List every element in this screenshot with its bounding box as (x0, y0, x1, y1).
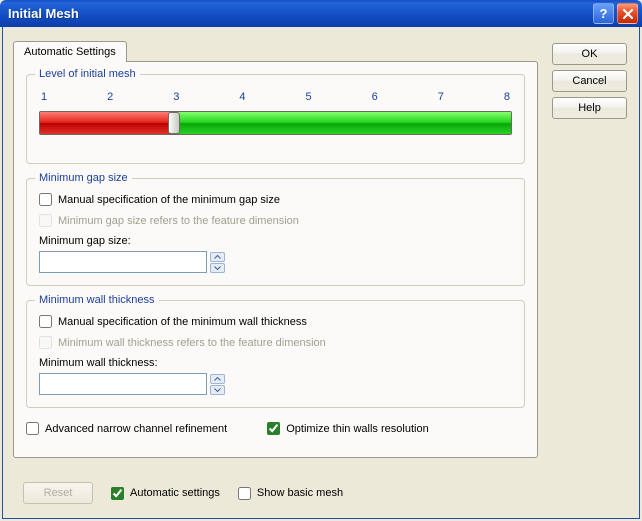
group-wall: Minimum wall thickness Manual specificat… (26, 300, 525, 408)
ok-button[interactable]: OK (552, 43, 627, 65)
checkbox-adv-refine-label: Advanced narrow channel refinement (45, 423, 227, 435)
slider-fill-high (174, 112, 511, 134)
checkbox-wall-refers-input (39, 336, 52, 349)
footer-row: Reset Automatic settings Show basic mesh (23, 482, 343, 504)
panel-bottom-row: Advanced narrow channel refinement Optim… (26, 422, 525, 443)
tab-panel: Level of initial mesh 1 2 3 4 5 6 7 8 (13, 61, 538, 458)
help-button[interactable]: Help (552, 97, 627, 119)
scale-tick: 8 (504, 91, 510, 103)
checkbox-gap-refers: Minimum gap size refers to the feature d… (39, 214, 299, 227)
titlebar-close-button[interactable] (617, 3, 638, 24)
checkbox-show-basic[interactable]: Show basic mesh (238, 487, 343, 500)
chevron-down-icon (214, 388, 221, 392)
checkbox-show-basic-input[interactable] (238, 487, 251, 500)
scale-tick: 1 (41, 91, 47, 103)
checkbox-gap-manual-input[interactable] (39, 193, 52, 206)
group-wall-legend: Minimum wall thickness (35, 294, 159, 306)
group-gap-legend: Minimum gap size (35, 172, 132, 184)
slider-scale: 1 2 3 4 5 6 7 8 (39, 91, 512, 103)
scale-tick: 5 (306, 91, 312, 103)
wall-thickness-field (39, 373, 512, 395)
checkbox-opt-thin[interactable]: Optimize thin walls resolution (267, 422, 428, 435)
checkbox-adv-refine[interactable]: Advanced narrow channel refinement (26, 422, 227, 435)
wall-thickness-spin-up[interactable] (210, 374, 225, 384)
checkbox-gap-refers-label: Minimum gap size refers to the feature d… (58, 215, 299, 227)
tab-automatic-settings[interactable]: Automatic Settings (13, 41, 127, 62)
gap-size-spinner (210, 252, 225, 273)
gap-size-spin-down[interactable] (210, 263, 225, 273)
checkbox-wall-manual-input[interactable] (39, 315, 52, 328)
title-bar: Initial Mesh ? (0, 0, 642, 27)
help-icon: ? (600, 6, 608, 21)
checkbox-auto-settings-input[interactable] (111, 487, 124, 500)
checkbox-wall-manual[interactable]: Manual specification of the minimum wall… (39, 315, 307, 328)
main-panel: Automatic Settings Level of initial mesh… (13, 41, 538, 458)
checkbox-wall-refers: Minimum wall thickness refers to the fea… (39, 336, 326, 349)
group-level-legend: Level of initial mesh (35, 68, 140, 80)
group-gap: Minimum gap size Manual specification of… (26, 178, 525, 286)
checkbox-wall-refers-label: Minimum wall thickness refers to the fea… (58, 337, 326, 349)
scale-tick: 2 (107, 91, 113, 103)
reset-button: Reset (23, 482, 93, 504)
checkbox-wall-manual-label: Manual specification of the minimum wall… (58, 316, 307, 328)
close-icon (622, 8, 634, 20)
checkbox-adv-refine-input[interactable] (26, 422, 39, 435)
chevron-up-icon (214, 255, 221, 259)
checkbox-gap-manual-label: Manual specification of the minimum gap … (58, 194, 280, 206)
chevron-up-icon (214, 377, 221, 381)
scale-tick: 3 (173, 91, 179, 103)
cancel-button[interactable]: Cancel (552, 70, 627, 92)
scale-tick: 4 (239, 91, 245, 103)
slider-fill-low (40, 112, 174, 134)
wall-thickness-label: Minimum wall thickness: (39, 357, 512, 369)
group-level: Level of initial mesh 1 2 3 4 5 6 7 8 (26, 74, 525, 164)
slider-track[interactable] (39, 111, 512, 135)
gap-size-spin-up[interactable] (210, 252, 225, 262)
dialog-buttons: OK Cancel Help (552, 43, 627, 119)
gap-size-input[interactable] (39, 251, 207, 273)
scale-tick: 6 (372, 91, 378, 103)
gap-size-label: Minimum gap size: (39, 235, 512, 247)
checkbox-gap-manual[interactable]: Manual specification of the minimum gap … (39, 193, 280, 206)
wall-thickness-input[interactable] (39, 373, 207, 395)
slider-thumb[interactable] (168, 112, 180, 134)
checkbox-auto-settings-label: Automatic settings (130, 487, 220, 499)
checkbox-gap-refers-input (39, 214, 52, 227)
chevron-down-icon (214, 266, 221, 270)
checkbox-auto-settings[interactable]: Automatic settings (111, 487, 220, 500)
scale-tick: 7 (438, 91, 444, 103)
checkbox-show-basic-label: Show basic mesh (257, 487, 343, 499)
tab-strip: Automatic Settings (13, 41, 538, 62)
gap-size-field (39, 251, 512, 273)
checkbox-opt-thin-label: Optimize thin walls resolution (286, 423, 428, 435)
wall-thickness-spin-down[interactable] (210, 385, 225, 395)
window-title: Initial Mesh (8, 6, 590, 21)
checkbox-opt-thin-input[interactable] (267, 422, 280, 435)
wall-thickness-spinner (210, 374, 225, 395)
mesh-level-slider[interactable]: 1 2 3 4 5 6 7 8 (39, 91, 512, 151)
client-area: OK Cancel Help Automatic Settings Level … (2, 27, 640, 519)
titlebar-help-button[interactable]: ? (593, 3, 614, 24)
